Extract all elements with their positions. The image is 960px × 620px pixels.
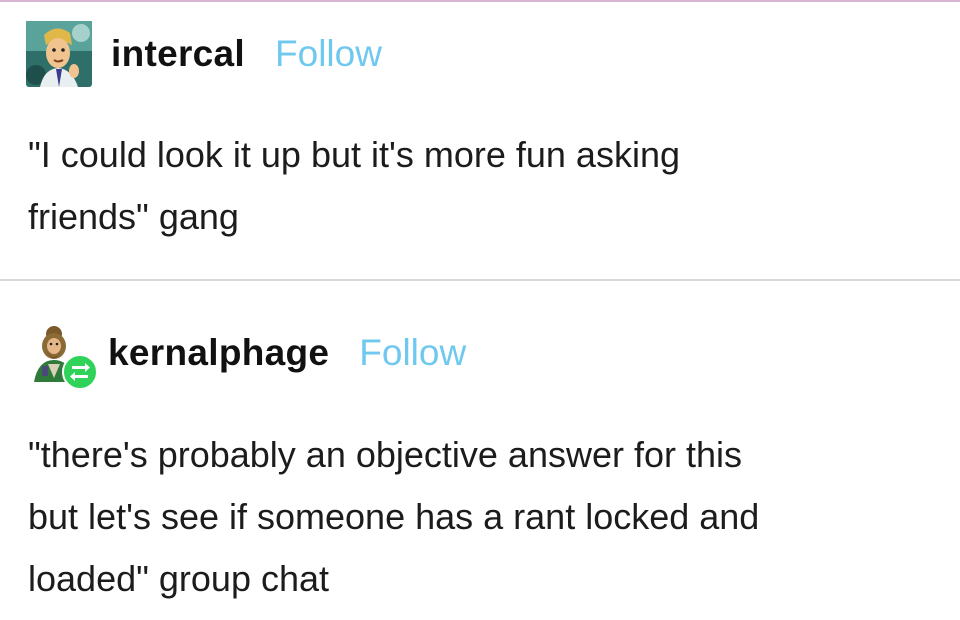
post-kernalphage: kernalphage Follow "there's probably an …: [0, 281, 960, 620]
follow-button[interactable]: Follow: [275, 33, 382, 75]
post-header: intercal Follow: [26, 20, 382, 88]
post-intercal: intercal Follow "I could look it up but …: [0, 0, 960, 280]
bearded-character-avatar-icon[interactable]: [28, 320, 98, 390]
post-text: "I could look it up but it's more fun as…: [28, 134, 680, 237]
reblog-icon: [62, 354, 98, 390]
post-header: kernalphage Follow: [28, 319, 466, 390]
username[interactable]: kernalphage: [108, 332, 329, 374]
cartoon-character-avatar-icon[interactable]: [26, 21, 92, 87]
username[interactable]: intercal: [111, 33, 245, 75]
follow-button[interactable]: Follow: [359, 332, 466, 374]
post-text: "there's probably an objective answer fo…: [28, 434, 760, 599]
